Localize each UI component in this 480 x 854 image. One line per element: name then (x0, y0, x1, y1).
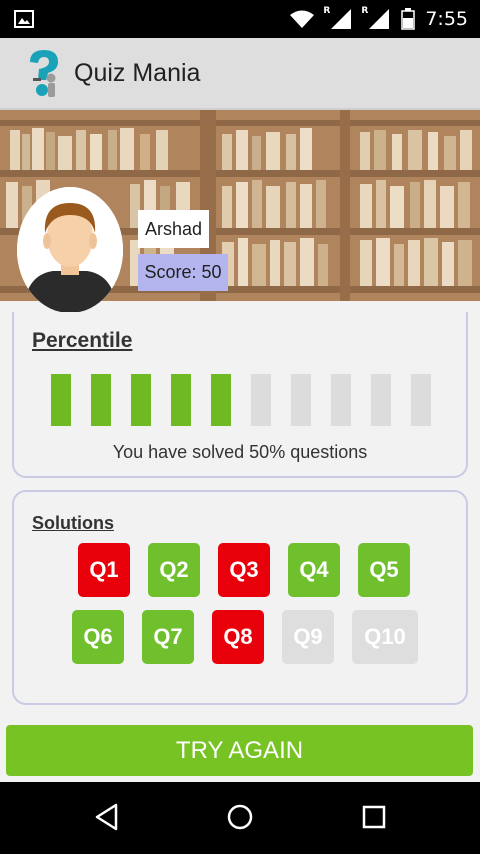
percentile-bar-empty (291, 374, 311, 426)
solutions-title: Solutions (32, 513, 114, 533)
roaming-label: R (361, 6, 369, 16)
home-icon[interactable] (225, 802, 255, 832)
percentile-card: Percentile You have solved 50% questions (12, 312, 468, 478)
question-button-q9[interactable]: Q9 (282, 610, 334, 664)
percentile-bar-filled (171, 374, 191, 426)
user-score: Score: 50 (138, 254, 228, 291)
percentile-bar-filled (211, 374, 231, 426)
question-button-q6[interactable]: Q6 (72, 610, 124, 664)
question-button-q5[interactable]: Q5 (358, 543, 410, 597)
roaming-label: R (323, 6, 331, 16)
percentile-bar-empty (251, 374, 271, 426)
percentile-bars (51, 374, 431, 426)
user-avatar-icon (17, 187, 123, 313)
try-again-button[interactable]: TRY AGAIN (6, 725, 473, 776)
percentile-bar-empty (411, 374, 431, 426)
question-button-q7[interactable]: Q7 (142, 610, 194, 664)
question-button-q8[interactable]: Q8 (212, 610, 264, 664)
percentile-bar-filled (131, 374, 151, 426)
percentile-bar-empty (331, 374, 351, 426)
quiz-logo-icon (30, 50, 58, 97)
image-icon (14, 10, 34, 28)
user-name: Arshad (138, 210, 209, 248)
battery-icon (401, 8, 416, 30)
avatar (17, 187, 123, 313)
wifi-icon (290, 10, 315, 28)
percentile-bar-filled (51, 374, 71, 426)
solutions-card: Solutions Q1 Q2 Q3 Q4 Q5 Q6 Q7 Q8 Q9 Q10 (12, 490, 468, 705)
percentile-bar-filled (91, 374, 111, 426)
percentile-bar-empty (371, 374, 391, 426)
status-time: 7:55 (425, 8, 468, 30)
back-icon[interactable] (92, 802, 122, 832)
question-button-q4[interactable]: Q4 (288, 543, 340, 597)
question-button-q1[interactable]: Q1 (78, 543, 130, 597)
percentile-title: Percentile (32, 329, 133, 352)
percentile-summary: You have solved 50% questions (112, 442, 368, 462)
question-button-q10[interactable]: Q10 (352, 610, 418, 664)
question-button-q3[interactable]: Q3 (218, 543, 270, 597)
recents-icon[interactable] (359, 802, 389, 832)
status-bar: R R 7:55 (0, 0, 480, 38)
app-title: Quiz Mania (74, 59, 201, 87)
navigation-bar (0, 782, 480, 854)
app-bar: Quiz Mania (0, 38, 480, 110)
question-button-q2[interactable]: Q2 (148, 543, 200, 597)
